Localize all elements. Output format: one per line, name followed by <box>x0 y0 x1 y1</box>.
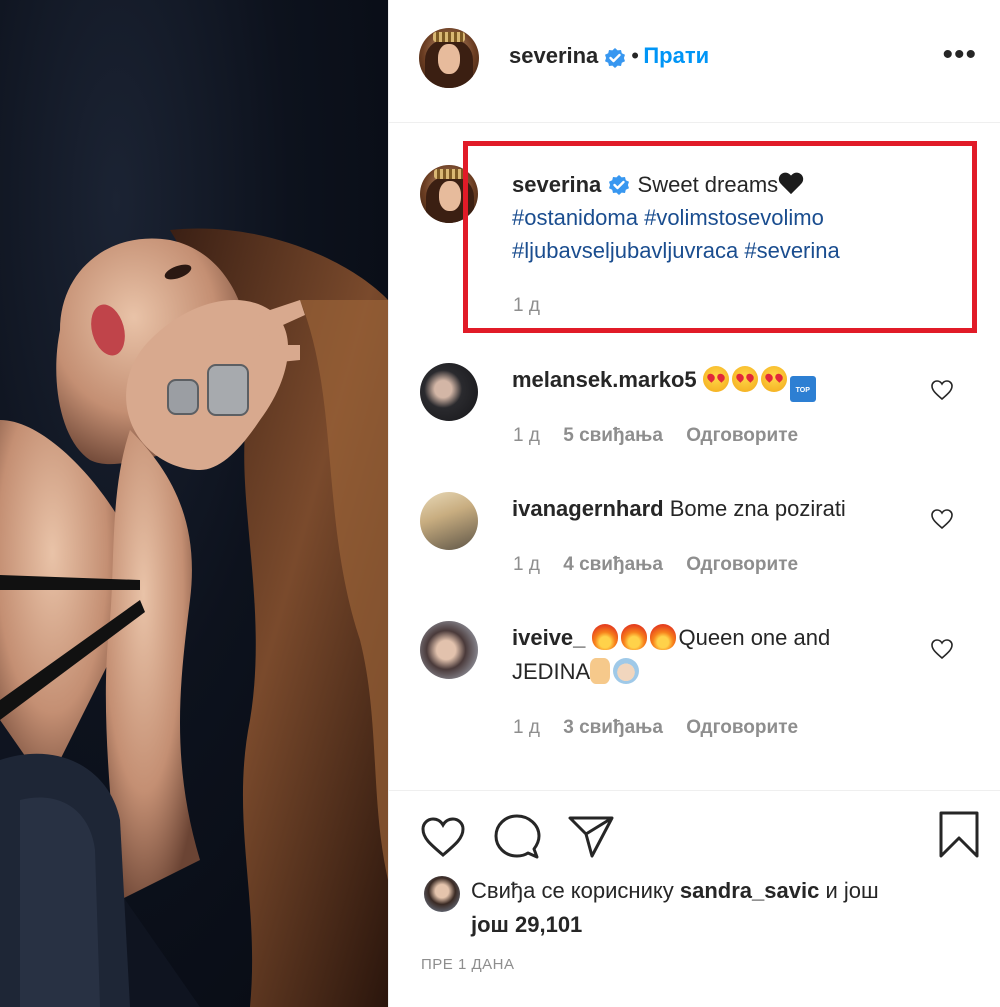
like-comment-heart-icon[interactable] <box>930 638 954 660</box>
commenter-avatar[interactable] <box>420 363 478 421</box>
more-options-icon[interactable]: ••• <box>942 40 977 70</box>
like-comment-heart-icon[interactable] <box>930 379 954 401</box>
header-author-line: severina • Прати <box>509 43 709 71</box>
comment-text: Bome zna pozirati <box>669 496 846 521</box>
commenter-avatar[interactable] <box>420 621 478 679</box>
comment-meta: 1 д 3 свиђања Одговорите <box>513 717 816 739</box>
liker-username[interactable]: sandra_savic <box>680 878 819 903</box>
likes-count[interactable]: још 29,101 <box>471 912 582 937</box>
comment-item: ivanagernhard Bome zna pozirati <box>512 492 932 526</box>
divider <box>389 790 1000 791</box>
comment-meta: 1 д 5 свиђања Одговорите <box>513 425 816 447</box>
comment-age: 1 д <box>513 554 540 575</box>
author-avatar[interactable] <box>419 28 479 88</box>
comment-username[interactable]: melansek.marko5 <box>512 367 697 392</box>
comment-username[interactable]: ivanagernhard <box>512 496 664 521</box>
likes-prefix: Свиђа се кориснику <box>471 878 674 903</box>
comment-meta: 1 д 4 свиђања Одговорите <box>513 554 816 576</box>
separator-dot: • <box>631 43 639 68</box>
comment-bubble-icon[interactable] <box>493 813 541 861</box>
comment-username[interactable]: iveive_ <box>512 625 585 650</box>
like-heart-icon[interactable] <box>419 815 467 859</box>
person-emoji-icon <box>613 658 640 684</box>
fire-emoji-icon <box>620 624 647 650</box>
author-username[interactable]: severina <box>509 43 598 68</box>
fire-emoji-icon <box>649 624 676 650</box>
comment-likes-count[interactable]: 3 свиђања <box>563 717 663 738</box>
commenter-avatar[interactable] <box>420 492 478 550</box>
comment-text-line1: Queen one and <box>678 625 831 650</box>
comment-age: 1 д <box>513 425 540 446</box>
likes-summary: Свиђа се кориснику sandra_savic и још јо… <box>471 874 971 942</box>
comment-item: iveive_ Queen one and JEDINA <box>512 621 932 689</box>
likes-connector: и још <box>825 878 879 903</box>
post-timestamp: ПРЕ 1 ДАНА <box>421 956 515 973</box>
comment-likes-count[interactable]: 5 свиђања <box>563 425 663 446</box>
photo-illustration <box>0 228 388 1007</box>
verified-badge-icon <box>604 47 625 68</box>
comment-likes-count[interactable]: 4 свиђања <box>563 554 663 575</box>
heart-eyes-emoji-icon <box>760 366 787 392</box>
heart-eyes-emoji-icon <box>702 366 729 392</box>
share-paper-plane-icon[interactable] <box>567 814 615 860</box>
pointing-up-emoji-icon <box>590 658 611 684</box>
follow-button[interactable]: Прати <box>643 43 709 68</box>
highlight-box <box>463 141 977 333</box>
heart-eyes-emoji-icon <box>731 366 758 392</box>
top-arrow-emoji-icon: TOP <box>789 376 816 402</box>
save-bookmark-icon[interactable] <box>937 810 981 860</box>
comment-text-line2: JEDINA <box>512 659 591 684</box>
comment-item: melansek.marko5 TOP <box>512 363 932 402</box>
post-photo[interactable] <box>0 0 388 1007</box>
reply-button[interactable]: Одговорите <box>686 717 798 738</box>
reply-button[interactable]: Одговорите <box>686 554 798 575</box>
reply-button[interactable]: Одговорите <box>686 425 798 446</box>
like-comment-heart-icon[interactable] <box>930 508 954 530</box>
liker-avatar[interactable] <box>424 876 460 912</box>
fire-emoji-icon <box>591 624 618 650</box>
comment-age: 1 д <box>513 717 540 738</box>
post-header: severina • Прати ••• <box>389 0 1000 123</box>
